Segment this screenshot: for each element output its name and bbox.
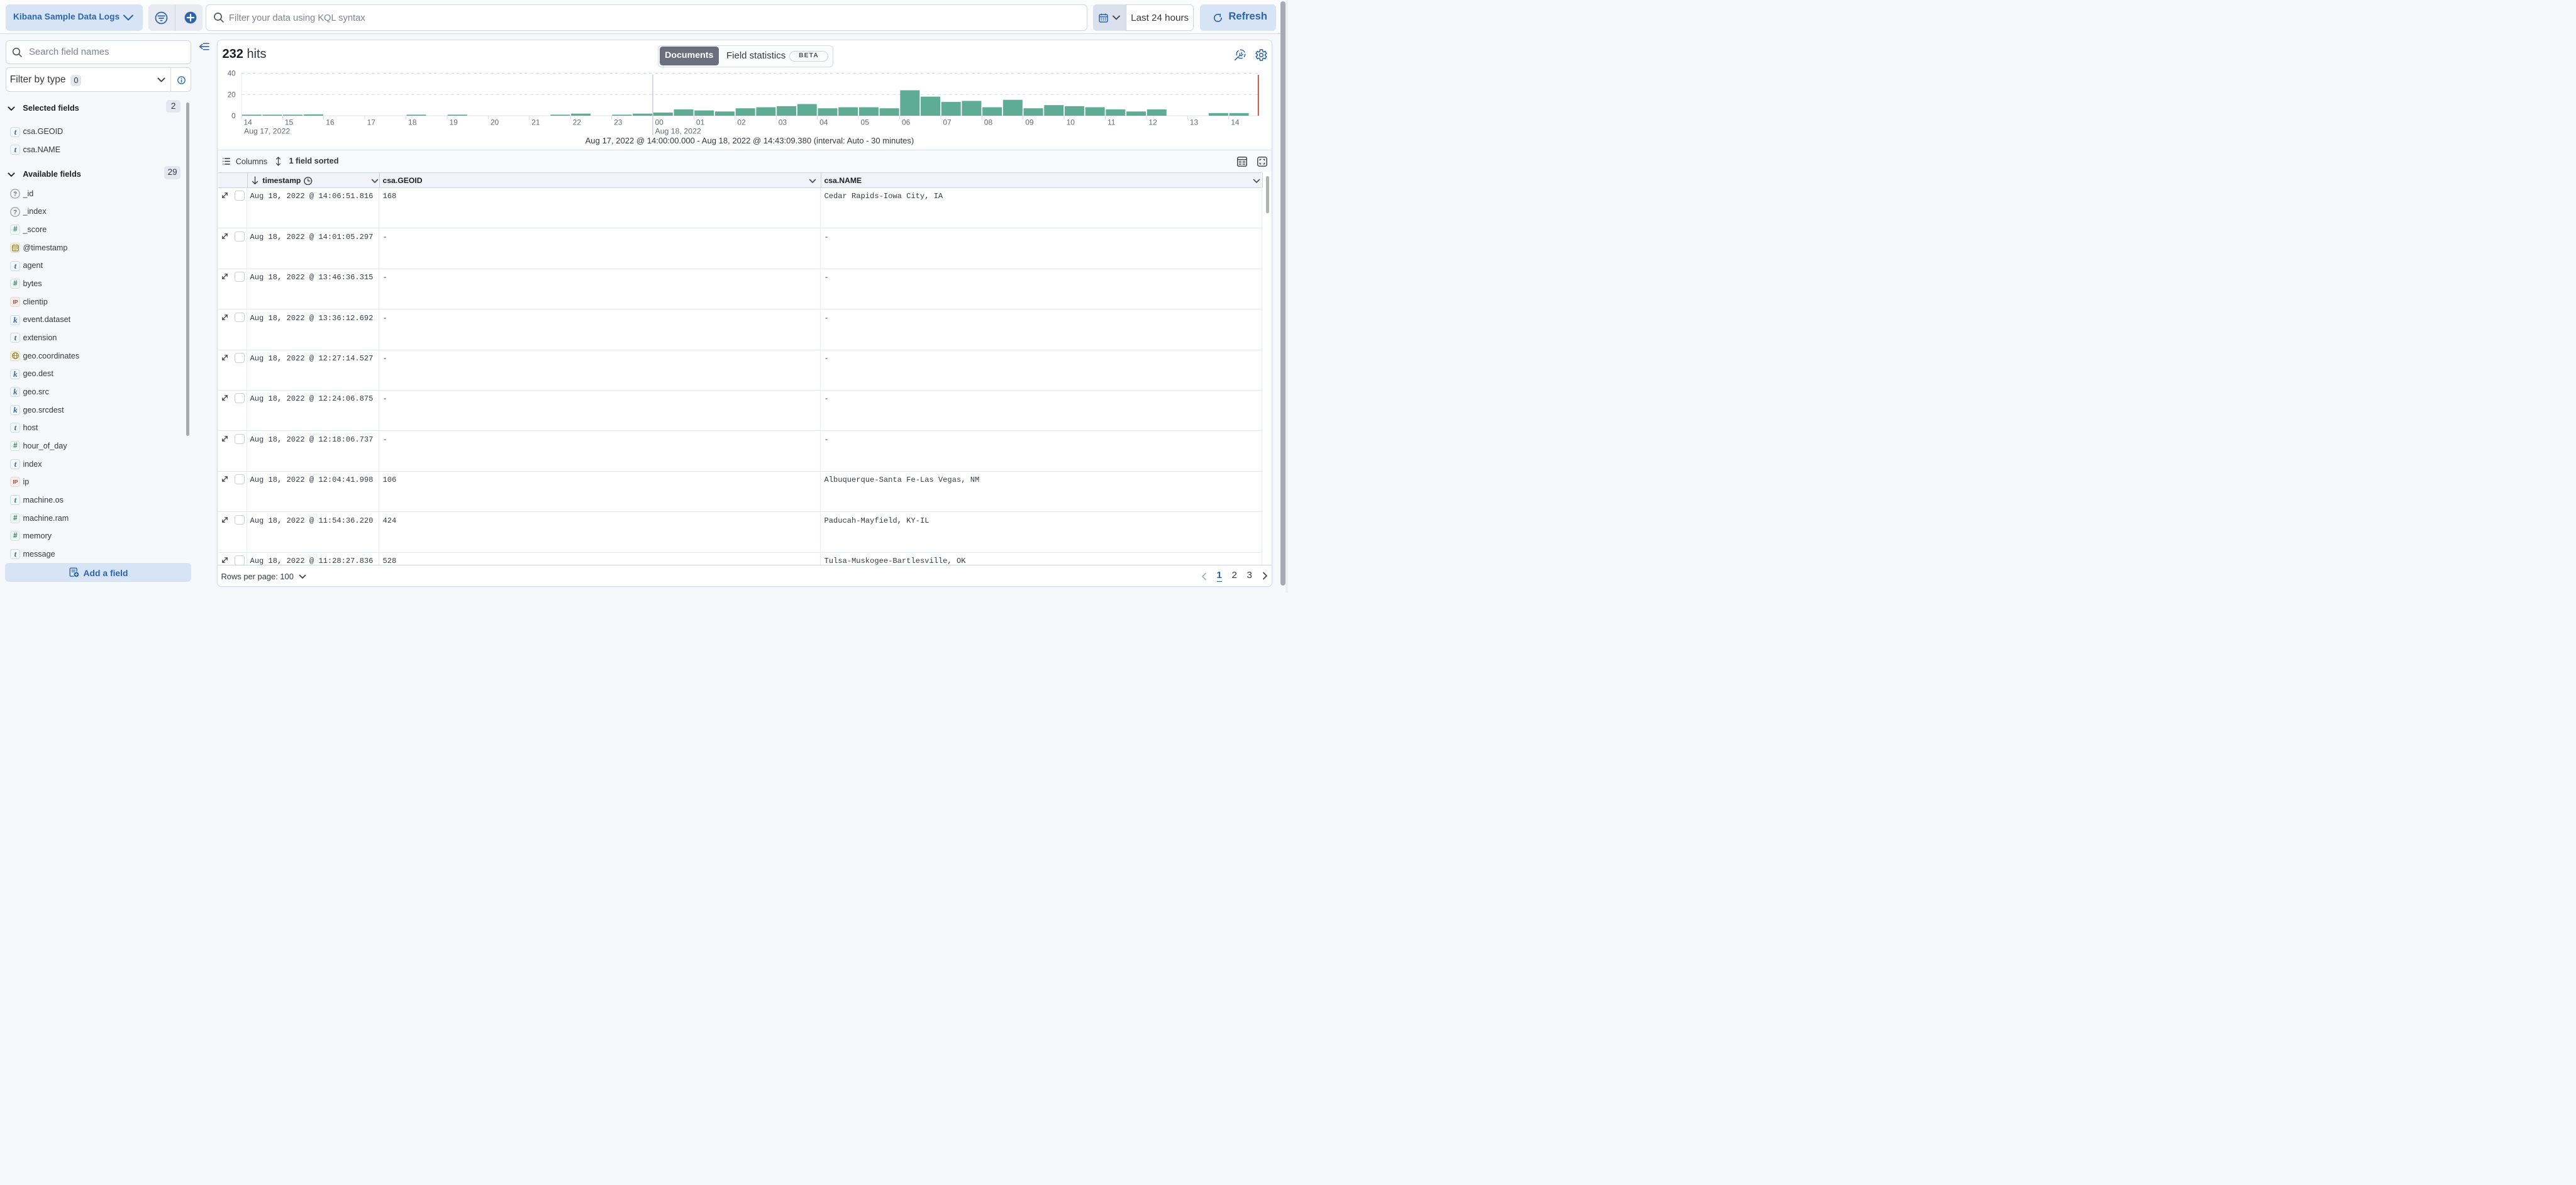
svg-text:?: ? [13, 209, 17, 216]
svg-text:14: 14 [243, 118, 252, 127]
svg-text:10: 10 [1067, 118, 1075, 127]
svg-text:06: 06 [902, 118, 911, 127]
svg-text:22: 22 [573, 118, 582, 127]
svg-text:Aug 17, 2022: Aug 17, 2022 [244, 127, 290, 136]
svg-text:21: 21 [531, 118, 540, 127]
svg-text:01: 01 [696, 118, 705, 127]
svg-text:16: 16 [326, 118, 335, 127]
svg-text:02: 02 [737, 118, 746, 127]
svg-text:00: 00 [655, 118, 664, 127]
svg-text:13: 13 [1190, 118, 1199, 127]
svg-text:04: 04 [819, 118, 828, 127]
svg-text:0: 0 [231, 113, 235, 120]
svg-text:07: 07 [943, 118, 952, 127]
svg-text:23: 23 [614, 118, 623, 127]
svg-text:?: ? [13, 191, 17, 198]
svg-text:19: 19 [449, 118, 458, 127]
svg-text:14: 14 [1231, 118, 1240, 127]
svg-text:08: 08 [984, 118, 993, 127]
svg-text:09: 09 [1025, 118, 1034, 127]
svg-text:12: 12 [1148, 118, 1157, 127]
svg-text:40: 40 [228, 70, 236, 78]
svg-text:03: 03 [779, 118, 787, 127]
svg-text:20: 20 [228, 91, 236, 99]
svg-text:20: 20 [491, 118, 499, 127]
svg-text:05: 05 [861, 118, 870, 127]
svg-text:15: 15 [285, 118, 294, 127]
svg-text:17: 17 [367, 118, 376, 127]
svg-text:11: 11 [1108, 118, 1116, 127]
svg-text:Aug 18, 2022: Aug 18, 2022 [655, 127, 701, 136]
svg-text:18: 18 [408, 118, 417, 127]
